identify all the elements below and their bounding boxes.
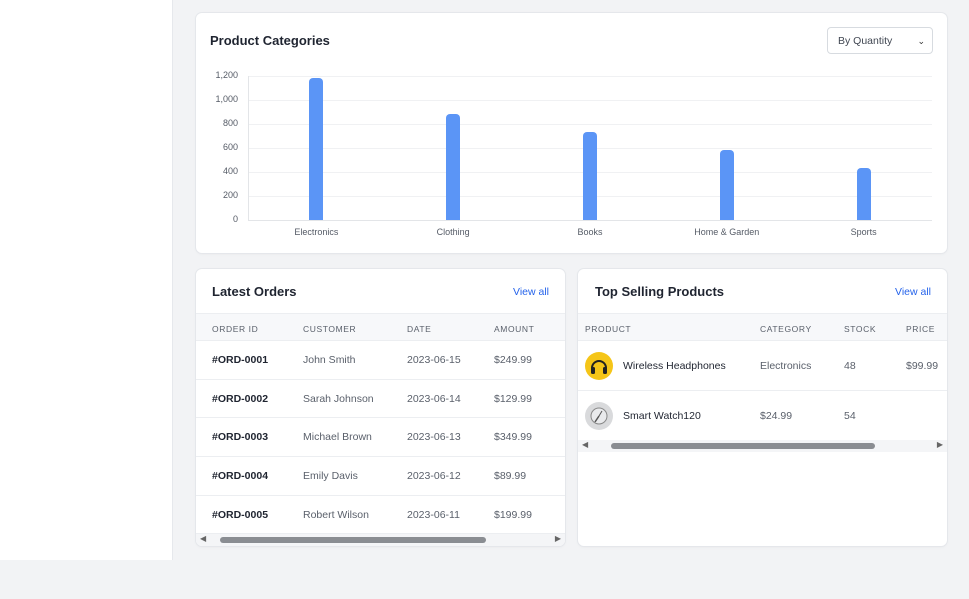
column-header-date[interactable]: DATE <box>407 324 431 334</box>
order-amount: $89.99 <box>494 470 527 483</box>
order-customer: Michael Brown <box>303 431 372 444</box>
order-date: 2023-06-14 <box>407 392 461 405</box>
order-customer: Robert Wilson <box>303 508 369 521</box>
chart-bar[interactable] <box>309 78 324 220</box>
order-date: 2023-06-12 <box>407 470 461 483</box>
products-view-all-link[interactable]: View all <box>895 286 931 298</box>
y-tick-label: 1,200 <box>215 70 238 80</box>
products-horizontal-scrollbar[interactable]: ◀ ▶ <box>578 440 947 452</box>
scroll-right-icon[interactable]: ▶ <box>937 440 943 449</box>
sidebar <box>0 0 173 560</box>
column-header-customer[interactable]: CUSTOMER <box>303 324 356 334</box>
order-amount: $249.99 <box>494 354 532 366</box>
column-header-price[interactable]: PRICE <box>906 324 935 334</box>
scroll-left-icon[interactable]: ◀ <box>200 534 206 543</box>
gridline <box>248 76 932 77</box>
order-id: #ORD-0002 <box>212 392 269 405</box>
x-category-label: Home & Garden <box>694 227 760 237</box>
table-row[interactable]: #ORD-0005 Robert Wilson 2023-06-11 $199.99 <box>196 496 565 535</box>
latest-orders-card: Latest Orders View all ORDER ID CUSTOMER… <box>196 269 565 546</box>
products-table-header: PRODUCT CATEGORY STOCK PRICE <box>578 313 947 341</box>
product-stock: 54 <box>844 410 856 422</box>
product-category: Electronics <box>760 360 812 372</box>
scrollbar-thumb[interactable] <box>611 443 875 449</box>
column-header-stock[interactable]: STOCK <box>844 324 876 334</box>
y-tick-label: 600 <box>222 142 238 152</box>
column-header-category[interactable]: CATEGORY <box>760 324 812 334</box>
chevron-down-icon: ⌄ <box>917 36 925 46</box>
table-row[interactable]: #ORD-0003 Michael Brown 2023-06-13 $349.99 <box>196 418 565 458</box>
scrollbar-thumb[interactable] <box>220 537 486 543</box>
gridline <box>248 100 932 101</box>
table-row[interactable]: Wireless Headphones Electronics 48 $99.9… <box>578 341 947 391</box>
column-header-amount[interactable]: AMOUNT <box>494 324 534 334</box>
x-category-label: Clothing <box>436 227 470 237</box>
orders-view-all-link[interactable]: View all <box>513 286 549 298</box>
product-name: Wireless Headphones <box>623 360 726 372</box>
table-row[interactable]: #ORD-0002 Sarah Johnson 2023-06-14 $129.99 <box>196 380 565 419</box>
product-categories-card: Product Categories By Quantity ⌄ 0 200 400… <box>196 13 947 253</box>
orders-horizontal-scrollbar[interactable]: ◀ ▶ <box>196 534 565 546</box>
chart-card-title: Product Categories <box>210 33 330 48</box>
product-category: $24.99 <box>760 410 793 422</box>
column-header-order-id[interactable]: ORDER ID <box>212 324 258 334</box>
order-date: 2023-06-15 <box>407 354 461 366</box>
x-category-label: Books <box>577 227 603 237</box>
y-tick-label: 800 <box>222 118 238 128</box>
table-row[interactable]: #ORD-0001 John Smith 2023-06-15 $249.99 <box>196 341 565 380</box>
chart-sort-select[interactable]: By Quantity ⌄ <box>827 27 933 54</box>
top-selling-products-card: Top Selling Products View all PRODUCT CA… <box>578 269 947 546</box>
x-category-label: Electronics <box>294 227 339 237</box>
order-customer: Sarah Johnson <box>303 392 374 405</box>
order-date: 2023-06-13 <box>407 431 461 444</box>
order-id: #ORD-0004 <box>212 470 269 483</box>
top-products-title: Top Selling Products <box>595 284 725 299</box>
scroll-left-icon[interactable]: ◀ <box>582 440 588 449</box>
product-stock: 48 <box>844 360 856 372</box>
order-customer: John Smith <box>303 354 356 366</box>
chart-bar[interactable] <box>719 150 734 220</box>
order-id: #ORD-0005 <box>212 508 269 521</box>
table-row[interactable]: Smart Watch120 $24.99 54 <box>578 391 947 441</box>
y-tick-label: 1,000 <box>215 94 238 104</box>
scroll-right-icon[interactable]: ▶ <box>555 534 561 543</box>
product-price: $99.99 <box>906 360 939 372</box>
chart-bar[interactable] <box>856 168 871 220</box>
order-amount: $129.99 <box>494 392 532 405</box>
gridline <box>248 124 932 125</box>
column-header-product[interactable]: PRODUCT <box>585 324 631 334</box>
product-name: Smart Watch120 <box>623 410 701 422</box>
chart-bar[interactable] <box>583 132 597 220</box>
y-tick-label: 200 <box>222 190 238 200</box>
latest-orders-title: Latest Orders <box>212 284 297 299</box>
order-customer: Emily Davis <box>303 470 358 483</box>
order-amount: $199.99 <box>494 508 532 521</box>
watch-icon <box>585 402 613 430</box>
y-tick-label: 0 <box>232 214 238 224</box>
chart-sort-select-value: By Quantity <box>838 35 893 47</box>
y-axis-line <box>248 76 249 220</box>
order-date: 2023-06-11 <box>407 508 460 521</box>
orders-table-header: ORDER ID CUSTOMER DATE AMOUNT <box>196 313 565 341</box>
order-amount: $349.99 <box>494 431 532 444</box>
table-row[interactable]: #ORD-0004 Emily Davis 2023-06-12 $89.99 <box>196 457 565 496</box>
gridline <box>248 220 932 221</box>
chart-bar[interactable] <box>446 114 461 220</box>
order-id: #ORD-0001 <box>212 354 269 366</box>
x-category-label: Sports <box>850 227 877 237</box>
headphones-icon <box>585 352 613 380</box>
y-tick-label: 400 <box>222 166 238 176</box>
order-id: #ORD-0003 <box>212 431 269 444</box>
